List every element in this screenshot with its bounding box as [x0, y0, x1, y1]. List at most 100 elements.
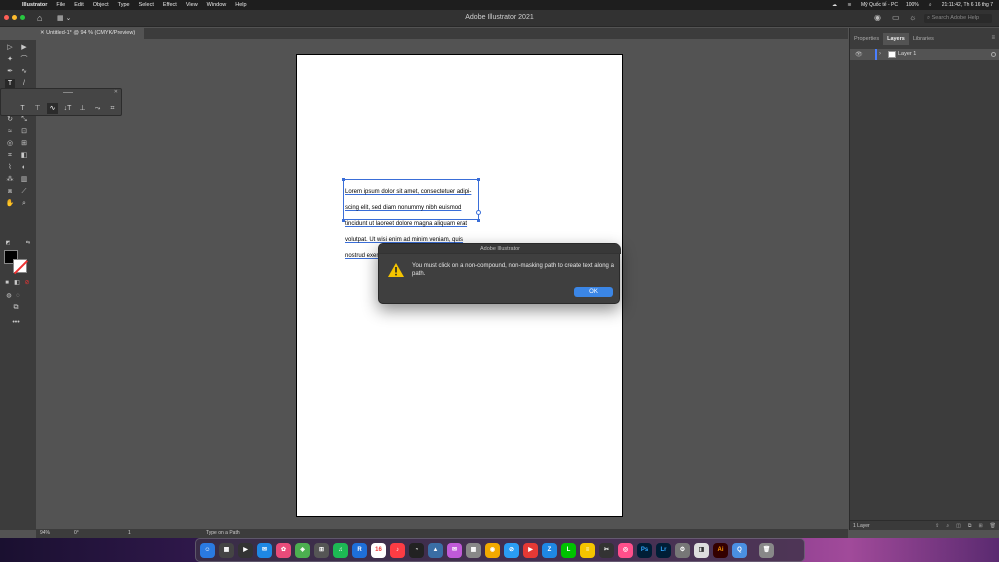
menu-view[interactable]: View: [186, 2, 198, 8]
area-text-frame[interactable]: Lorem ipsum dolor sit amet, consectetuer…: [343, 179, 479, 259]
screen-mode-icon[interactable]: ⧉: [11, 303, 21, 313]
trash-icon[interactable]: 🗑: [759, 542, 774, 558]
calculator-icon[interactable]: ⊞: [314, 542, 329, 558]
system-preferences-icon[interactable]: ⚙: [675, 542, 690, 558]
selection-handle[interactable]: [342, 219, 345, 222]
menu-app-name[interactable]: Illustrator: [22, 2, 47, 8]
mail-icon[interactable]: ✉: [257, 542, 272, 558]
menu-object[interactable]: Object: [93, 2, 109, 8]
selection-handle[interactable]: [342, 178, 345, 181]
close-icon[interactable]: ✕: [114, 89, 118, 95]
battery-level[interactable]: 100%: [906, 2, 919, 8]
zalo-icon[interactable]: Z: [542, 542, 557, 558]
none-mode-icon[interactable]: ⊘: [22, 278, 32, 288]
document-tab[interactable]: ✕ Untitled-1* @ 94 % (CMYK/Preview): [36, 28, 144, 39]
calendar-icon[interactable]: 16: [371, 542, 386, 558]
tab-properties[interactable]: Properties: [850, 33, 883, 45]
panel-menu-icon[interactable]: ≡: [991, 35, 995, 41]
safari-icon[interactable]: ⊘: [504, 542, 519, 558]
mesh-tool-icon[interactable]: ⌗: [5, 151, 15, 161]
activity-icon[interactable]: ◔: [409, 542, 424, 558]
layer-row[interactable]: 👁 › Layer 1: [850, 49, 999, 60]
new-sublayer-icon[interactable]: ⧉: [968, 521, 972, 531]
area-type-tool-icon[interactable]: ⊤: [32, 103, 43, 114]
menu-edit[interactable]: Edit: [74, 2, 83, 8]
eyedropper-tool-icon[interactable]: ⌇: [5, 163, 15, 173]
magic-wand-tool-icon[interactable]: ✦: [5, 55, 15, 65]
stroke-color-swatch[interactable]: [13, 259, 27, 273]
utilities-icon[interactable]: ▦: [466, 542, 481, 558]
selection-tool-icon[interactable]: ▷: [5, 43, 15, 53]
zoom-level[interactable]: 94%: [40, 529, 50, 538]
tab-libraries[interactable]: Libraries: [909, 33, 938, 45]
search-icon[interactable]: ⌕: [927, 2, 934, 8]
draw-behind-icon[interactable]: ◌: [13, 291, 23, 301]
wifi-icon[interactable]: ≋: [846, 2, 853, 8]
locate-object-icon[interactable]: ⌕: [946, 521, 949, 531]
curvature-tool-icon[interactable]: ∿: [19, 67, 29, 77]
vertical-type-on-path-tool-icon[interactable]: ⤳: [92, 103, 103, 114]
help-search-input[interactable]: ⌕ Search Adobe Help: [924, 14, 992, 23]
swap-colors-icon[interactable]: ⇆: [23, 238, 33, 248]
slice-tool-icon[interactable]: ⟋: [19, 187, 29, 197]
clock[interactable]: 21:11:42, Th 6 16 thg 7: [942, 2, 993, 8]
rotation-value[interactable]: 0°: [74, 529, 79, 538]
graph-tool-icon[interactable]: ▥: [19, 175, 29, 185]
gradient-mode-icon[interactable]: ◧: [12, 278, 22, 288]
zoom-tool-icon[interactable]: ⌕: [19, 199, 29, 209]
perspective-grid-tool-icon[interactable]: ⊞: [19, 139, 29, 149]
maps-icon[interactable]: ◈: [295, 542, 310, 558]
shape-builder-tool-icon[interactable]: ◎: [5, 139, 15, 149]
flyout-grip[interactable]: [63, 92, 73, 93]
color-mode-icon[interactable]: ■: [2, 278, 12, 288]
export-icon[interactable]: ⇪: [935, 521, 939, 531]
creative-cloud-icon[interactable]: ☁: [831, 2, 838, 8]
pen-tool-icon[interactable]: ✒: [5, 67, 15, 77]
menu-file[interactable]: File: [56, 2, 65, 8]
preview-app-icon[interactable]: ◨: [694, 542, 709, 558]
menu-help[interactable]: Help: [235, 2, 246, 8]
line-icon[interactable]: L: [561, 542, 576, 558]
warp-tool-icon[interactable]: ≈: [5, 127, 15, 137]
illustrator-icon[interactable]: Ai: [713, 542, 728, 558]
lightroom-classic-icon[interactable]: Lr: [656, 542, 671, 558]
trash-icon[interactable]: 🗑: [990, 521, 996, 531]
tab-layers[interactable]: Layers: [883, 33, 909, 45]
symbol-sprayer-tool-icon[interactable]: ⁂: [5, 175, 15, 185]
artboard-number[interactable]: 1: [128, 529, 131, 538]
selection-handle[interactable]: [477, 219, 480, 222]
gradient-tool-icon[interactable]: ◧: [19, 151, 29, 161]
youtube-icon[interactable]: ▶: [523, 542, 538, 558]
preview-icon[interactable]: ▲: [428, 542, 443, 558]
artboard-tool-icon[interactable]: ⧈: [5, 187, 15, 197]
final-cut-icon[interactable]: ✂: [599, 542, 614, 558]
finder-icon[interactable]: ☺: [200, 542, 215, 558]
user-name[interactable]: Mỹ Quốc tế - PC: [861, 2, 898, 8]
chevron-right-icon[interactable]: ›: [879, 51, 881, 57]
menu-select[interactable]: Select: [139, 2, 154, 8]
type-tool-icon[interactable]: T: [17, 103, 28, 114]
new-layer-icon[interactable]: ⊞: [978, 521, 982, 531]
rotate-tool-icon[interactable]: ↻: [5, 115, 15, 125]
notes-icon[interactable]: ≡: [580, 542, 595, 558]
edit-toolbar-icon[interactable]: •••: [11, 318, 21, 328]
spotify-icon[interactable]: ♫: [333, 542, 348, 558]
account-icon[interactable]: ◉: [874, 13, 881, 22]
eye-icon[interactable]: 👁: [855, 51, 863, 58]
hand-tool-icon[interactable]: ✋: [5, 199, 15, 209]
messages-icon[interactable]: ✉: [447, 542, 462, 558]
music-icon[interactable]: ♪: [390, 542, 405, 558]
touch-type-tool-icon[interactable]: ⌗: [107, 103, 118, 114]
launchpad-icon[interactable]: ▦: [219, 542, 234, 558]
movie-icon[interactable]: ▶: [238, 542, 253, 558]
overflow-port-handle[interactable]: [476, 210, 481, 215]
rstudio-icon[interactable]: R: [352, 542, 367, 558]
selection-handle[interactable]: [477, 178, 480, 181]
menu-type[interactable]: Type: [118, 2, 130, 8]
free-transform-tool-icon[interactable]: ⊡: [19, 127, 29, 137]
layer-name[interactable]: Layer 1: [898, 51, 916, 58]
scale-tool-icon[interactable]: ⤡: [19, 115, 29, 125]
direct-selection-tool-icon[interactable]: ▶: [19, 43, 29, 53]
current-tool-name[interactable]: Type on a Path: [206, 529, 240, 538]
photos-icon[interactable]: ✿: [276, 542, 291, 558]
